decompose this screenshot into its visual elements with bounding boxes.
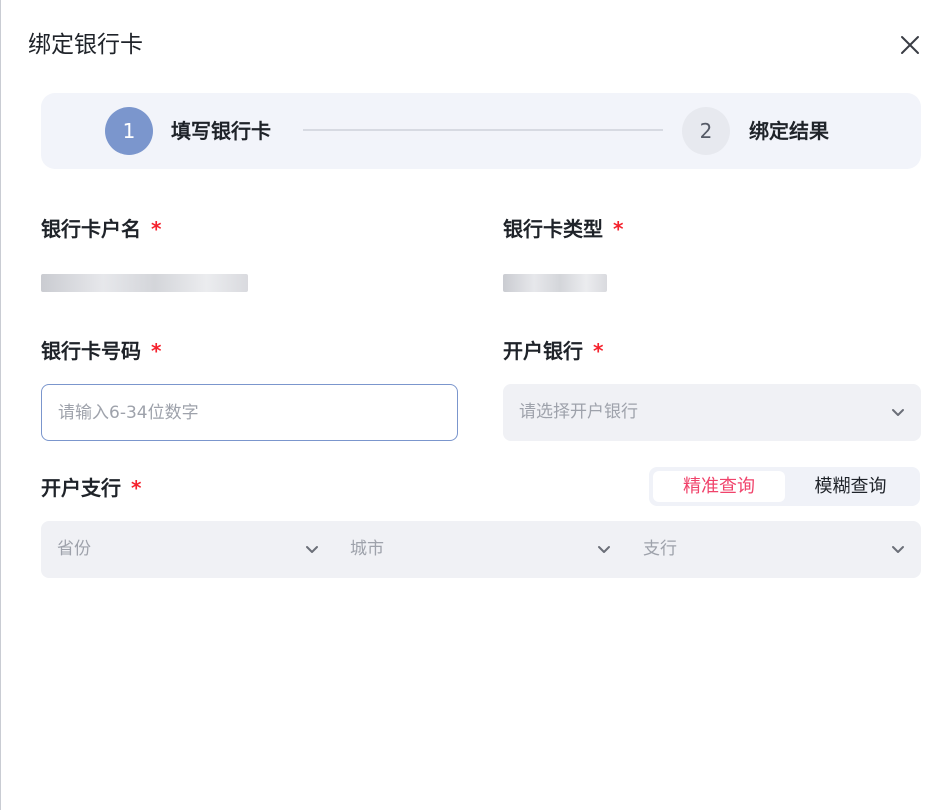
- province-select[interactable]: 省份: [41, 521, 334, 578]
- card-number-input[interactable]: [41, 384, 458, 441]
- chevron-down-icon: [598, 546, 610, 553]
- bank-select[interactable]: 请选择开户银行: [503, 384, 921, 441]
- province-placeholder: 省份: [57, 539, 91, 559]
- required-mark: *: [131, 476, 142, 500]
- step-2-label: 绑定结果: [749, 119, 829, 143]
- query-mode-toggle: 精准查询 模糊查询: [649, 467, 920, 506]
- dialog-title: 绑定银行卡: [28, 32, 143, 58]
- branch-label: 开户支行 *: [41, 476, 142, 500]
- card-type-label: 银行卡类型 *: [503, 217, 624, 241]
- chevron-down-icon: [892, 546, 904, 553]
- branch-select-group: 省份 城市 支行: [41, 521, 921, 578]
- step-1-label: 填写银行卡: [171, 119, 271, 143]
- bank-select-placeholder: 请选择开户银行: [519, 402, 638, 422]
- close-icon: [901, 36, 919, 54]
- city-select[interactable]: 城市: [334, 521, 627, 578]
- branch-select[interactable]: 支行: [627, 521, 921, 578]
- step-2-circle: 2: [682, 107, 730, 155]
- chevron-down-icon: [892, 409, 904, 416]
- step-1-circle: 1: [105, 107, 153, 155]
- required-mark: *: [151, 217, 162, 241]
- card-type-value-redacted: [503, 274, 607, 292]
- window-edge: [0, 0, 1, 810]
- exact-query-option[interactable]: 精准查询: [653, 471, 785, 502]
- required-mark: *: [593, 339, 604, 363]
- fuzzy-query-option[interactable]: 模糊查询: [785, 471, 916, 502]
- bank-label: 开户银行 *: [503, 339, 604, 363]
- account-name-value-redacted: [41, 274, 248, 292]
- step-indicator: 1 填写银行卡 2 绑定结果: [41, 93, 921, 169]
- city-placeholder: 城市: [350, 539, 384, 559]
- card-number-label: 银行卡号码 *: [41, 339, 162, 363]
- account-name-label: 银行卡户名 *: [41, 217, 162, 241]
- required-mark: *: [151, 339, 162, 363]
- required-mark: *: [613, 217, 624, 241]
- branch-placeholder: 支行: [643, 539, 677, 559]
- close-button[interactable]: [896, 31, 924, 59]
- step-connector: [303, 129, 663, 131]
- chevron-down-icon: [306, 546, 318, 553]
